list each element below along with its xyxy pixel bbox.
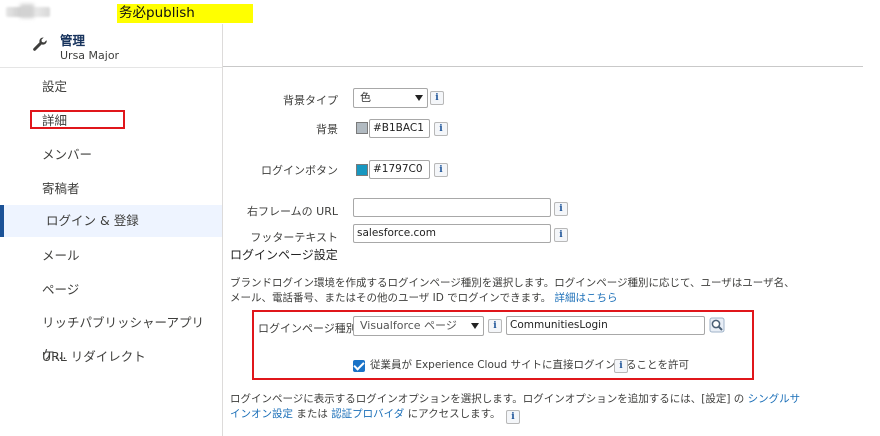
login-page-type-value: Visualforce ページ — [360, 319, 457, 332]
sidebar: 管理 Ursa Major 設定 詳細 メンバー 寄稿者 ログイン & 登録 メ… — [0, 24, 223, 436]
note-banner: 务必publish — [117, 4, 253, 23]
login-page-name-input[interactable]: CommunitiesLogin — [506, 316, 705, 335]
header-divider — [223, 66, 863, 67]
background-type-value: 色 — [360, 91, 371, 104]
login-options-text-2: にアクセスします。 — [407, 408, 501, 420]
wrench-icon — [33, 37, 47, 51]
sidebar-item-rich-publisher-apps[interactable]: リッチパブリッシャーアプリケ... — [0, 307, 222, 362]
background-type-select[interactable]: 色 — [353, 88, 428, 108]
blurred-logo-icon — [6, 7, 50, 17]
login-page-section-title: ログインページ設定 — [230, 248, 338, 262]
info-icon[interactable]: i — [505, 410, 520, 424]
sidebar-item-url-redirects[interactable]: URL リダイレクト — [0, 341, 222, 373]
login-page-type-select[interactable]: Visualforce ページ — [353, 316, 484, 336]
allow-employee-login-checkbox[interactable] — [353, 360, 365, 372]
sidebar-item-email[interactable]: メール — [0, 240, 222, 272]
login-page-description-text: ブランドログイン環境を作成するログインページ種別を選択します。ログインページ種別… — [230, 277, 795, 304]
info-icon[interactable]: i — [434, 163, 448, 177]
sidebar-title: 管理 — [60, 33, 86, 48]
background-color-swatch[interactable] — [356, 122, 368, 134]
footer-text-label: フッターテキスト — [250, 231, 338, 244]
sidebar-item-pages[interactable]: ページ — [0, 274, 222, 306]
sidebar-subtitle: Ursa Major — [60, 49, 120, 62]
sidebar-header: 管理 Ursa Major — [0, 24, 222, 68]
details-link[interactable]: 詳細はこちら — [554, 292, 617, 304]
sidebar-item-settings[interactable]: 設定 — [0, 71, 222, 103]
login-page-description: ブランドログイン環境を作成するログインページ種別を選択します。ログインページ種別… — [230, 276, 805, 306]
sidebar-item-members[interactable]: メンバー — [0, 139, 222, 171]
info-icon[interactable]: i — [434, 122, 448, 136]
background-color-input[interactable]: #B1BAC1 — [369, 119, 430, 138]
info-icon[interactable]: i — [614, 359, 628, 373]
info-icon[interactable]: i — [430, 91, 444, 105]
sidebar-item-contributors[interactable]: 寄稿者 — [0, 173, 222, 205]
footer-text-input[interactable]: salesforce.com — [353, 224, 551, 243]
highlight-box-details — [30, 110, 125, 129]
chevron-down-icon — [415, 95, 423, 101]
login-options-description: ログインページに表示するログインオプションを選択します。ログインオプションを追加… — [230, 392, 810, 424]
allow-employee-login-label: 従業員が Experience Cloud サイトに直接ログインすることを許可 — [370, 359, 690, 371]
background-type-label: 背景タイプ — [283, 94, 338, 107]
right-frame-url-label: 右フレームの URL — [247, 205, 338, 218]
login-options-or: または — [296, 408, 328, 420]
sidebar-item-login-registration[interactable]: ログイン & 登録 — [0, 205, 222, 237]
login-button-color-input[interactable]: #1797C0 — [369, 160, 430, 179]
login-page-type-label: ログインページ種別 — [258, 322, 357, 335]
chevron-down-icon — [471, 323, 479, 329]
auth-providers-link[interactable]: 認証プロバイダ — [331, 408, 404, 420]
info-icon[interactable]: i — [554, 228, 568, 242]
login-button-label: ログインボタン — [261, 164, 338, 177]
right-frame-url-input[interactable] — [353, 198, 551, 217]
info-icon[interactable]: i — [488, 319, 502, 333]
login-options-text-1: ログインページに表示するログインオプションを選択します。ログインオプションを追加… — [230, 393, 745, 405]
login-button-color-swatch[interactable] — [356, 164, 368, 176]
background-label: 背景 — [316, 123, 338, 136]
lookup-search-icon[interactable] — [709, 317, 725, 333]
top-strip: 务必publish — [0, 0, 880, 24]
info-icon[interactable]: i — [554, 202, 568, 216]
